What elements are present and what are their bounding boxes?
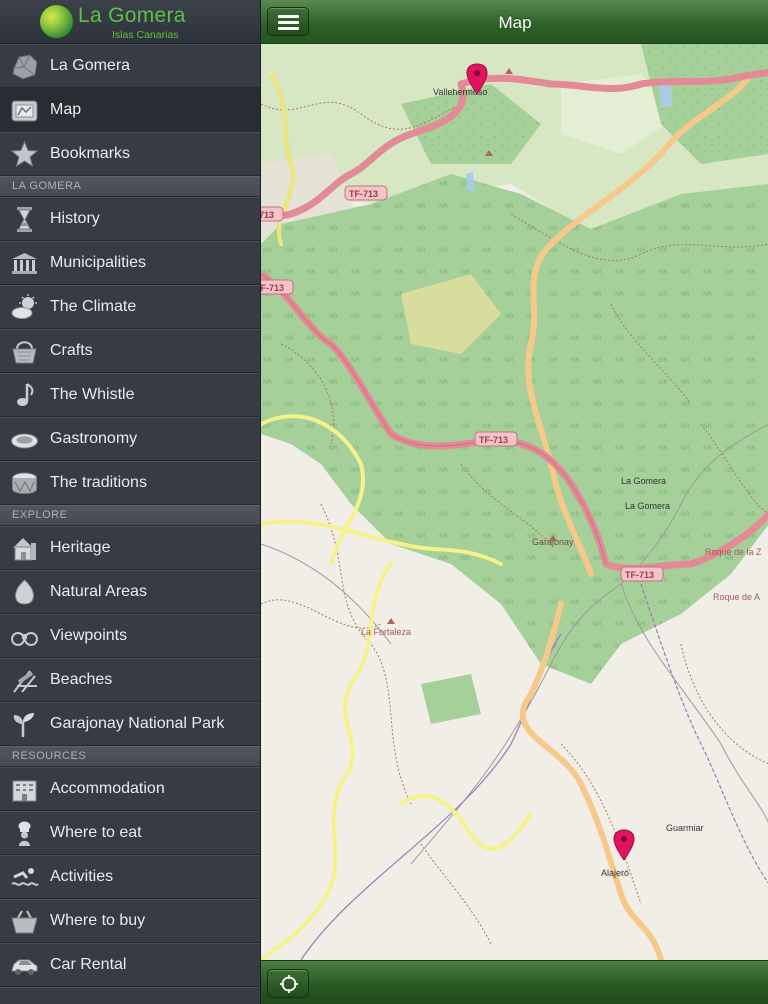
place-label: Roque de la Z	[705, 547, 762, 557]
sidebar-item-label: Beaches	[50, 671, 113, 688]
sidebar-item-label: Where to eat	[50, 824, 142, 841]
sun-cloud-icon	[11, 294, 37, 319]
sidebar-item-label: Bookmarks	[50, 145, 131, 162]
sidebar-item-bookmarks[interactable]: Bookmarks	[0, 132, 260, 176]
house-icon	[13, 538, 36, 561]
shopping-basket-icon	[11, 910, 38, 934]
sidebar-item-gastronomy[interactable]: Gastronomy	[0, 417, 260, 461]
place-label: Guarmiar	[666, 823, 704, 833]
drum-icon	[12, 472, 37, 494]
sidebar-item-label: Where to buy	[50, 912, 146, 929]
section-header-resources: RESOURCES	[0, 746, 260, 767]
sidebar-item-natural-areas[interactable]: Natural Areas	[0, 570, 260, 614]
road-label: TF-713	[261, 210, 274, 220]
sidebar-item-where-to-eat[interactable]: Where to eat	[0, 811, 260, 855]
section-title: EXPLORE	[12, 509, 68, 521]
sidebar-item-the-whistle[interactable]: The Whistle	[0, 373, 260, 417]
deck-chair-icon	[13, 670, 37, 693]
hourglass-icon	[17, 207, 32, 232]
sidebar-item-label: The Whistle	[50, 386, 135, 403]
place-label: La Gomera	[625, 501, 670, 511]
sidebar-item-label: Activities	[50, 868, 114, 885]
map-icon	[11, 100, 38, 122]
sidebar-item-label: Car Rental	[50, 956, 127, 973]
sidebar-item-activities[interactable]: Activities	[0, 855, 260, 899]
section-title: RESOURCES	[12, 750, 87, 762]
crosshair-icon	[280, 975, 298, 993]
swimmer-icon	[11, 868, 39, 886]
map-canvas[interactable]: NR	[261, 44, 768, 960]
sidebar-item-label: Viewpoints	[50, 627, 128, 644]
sidebar-item-the-climate[interactable]: The Climate	[0, 285, 260, 329]
place-label: La Gomera	[621, 476, 666, 486]
sidebar: La Gomera Islas Canarias La Gomera Map B…	[0, 0, 260, 1004]
sidebar-item-garajonay-national-park[interactable]: Garajonay National Park	[0, 702, 260, 746]
road-label: TF-713	[479, 435, 508, 445]
sidebar-item-municipalities[interactable]: Municipalities	[0, 241, 260, 285]
music-note-icon	[17, 383, 34, 406]
main-panel: Map NR	[260, 0, 768, 1004]
building-columns-icon	[12, 253, 37, 274]
section-title: LA GOMERA	[12, 180, 82, 192]
sidebar-item-where-to-buy[interactable]: Where to buy	[0, 899, 260, 943]
road-label: TF-713	[625, 570, 654, 580]
sidebar-item-crafts[interactable]: Crafts	[0, 329, 260, 373]
sidebar-item-label: Map	[50, 101, 82, 118]
sprout-icon	[13, 713, 34, 737]
sidebar-item-viewpoints[interactable]: Viewpoints	[0, 614, 260, 658]
sidebar-item-label: Natural Areas	[50, 583, 147, 600]
sidebar-item-label: The Climate	[50, 298, 137, 315]
star-icon	[10, 140, 39, 168]
sidebar-item-label: The traditions	[50, 474, 147, 491]
sidebar-item-map[interactable]: Map	[0, 88, 260, 132]
sidebar-item-car-rental[interactable]: Car Rental	[0, 943, 260, 987]
place-label: Alajeró	[601, 868, 629, 878]
place-label: Roque de A	[713, 592, 760, 602]
leaf-icon	[14, 579, 35, 605]
sidebar-item-beaches[interactable]: Beaches	[0, 658, 260, 702]
road-label: TF-713	[349, 189, 378, 199]
top-toolbar: Map	[261, 0, 768, 44]
sidebar-item-the-traditions[interactable]: The traditions	[0, 461, 260, 505]
map-view[interactable]: NR	[261, 44, 768, 960]
sidebar-header: La Gomera Islas Canarias	[0, 0, 260, 44]
logo-icon	[40, 5, 73, 38]
binoculars-icon	[11, 632, 38, 646]
chef-icon	[18, 821, 31, 846]
rock-icon	[12, 54, 38, 80]
sidebar-item-label: Crafts	[50, 342, 93, 359]
plate-icon	[11, 433, 38, 449]
sidebar-item-la-gomera[interactable]: La Gomera	[0, 44, 260, 88]
logo-subtitle: Islas Canarias	[112, 29, 179, 41]
sidebar-item-label: Accommodation	[50, 780, 165, 797]
sidebar-item-label: History	[50, 210, 100, 227]
sidebar-item-label: Gastronomy	[50, 430, 138, 447]
basket-icon	[12, 341, 37, 364]
sidebar-item-heritage[interactable]: Heritage	[0, 526, 260, 570]
sidebar-item-label: La Gomera	[50, 57, 131, 74]
hotel-icon	[12, 780, 37, 802]
locate-me-button[interactable]	[267, 969, 309, 998]
bottom-toolbar	[261, 960, 768, 1004]
place-label: La Fortaleza	[361, 627, 411, 637]
sidebar-item-label: Municipalities	[50, 254, 147, 271]
road-label: TF-713	[261, 283, 284, 293]
app-window: La Gomera Islas Canarias La Gomera Map B…	[0, 0, 768, 1004]
sidebar-item-accommodation[interactable]: Accommodation	[0, 767, 260, 811]
sidebar-item-history[interactable]: History	[0, 197, 260, 241]
section-header-la-gomera: LA GOMERA	[0, 176, 260, 197]
page-title: Map	[498, 13, 532, 32]
sidebar-item-more[interactable]	[0, 987, 260, 1004]
sidebar-item-label: Heritage	[50, 539, 111, 556]
logo-title: La Gomera	[78, 4, 186, 27]
sidebar-item-label: Garajonay National Park	[50, 715, 225, 732]
section-header-explore: EXPLORE	[0, 505, 260, 526]
car-icon	[11, 959, 38, 975]
